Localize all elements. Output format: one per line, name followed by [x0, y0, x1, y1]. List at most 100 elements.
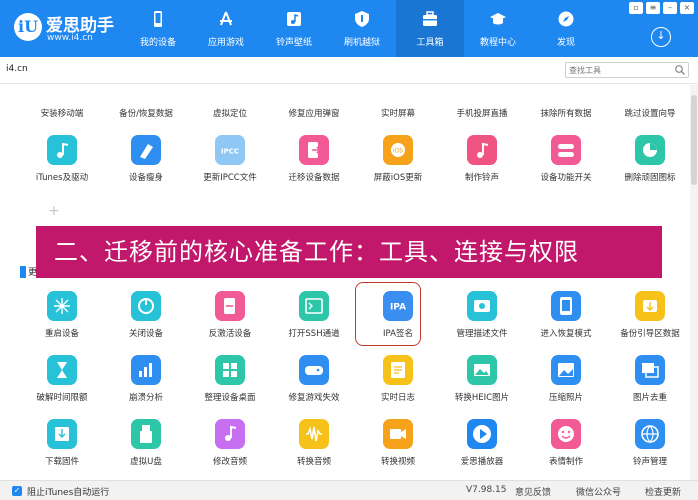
feedback-link[interactable]: 意见反馈 [515, 485, 551, 498]
tool-search[interactable] [565, 62, 689, 78]
app-window: iU 爱思助手 www.i4.cn 我的设备 应用游戏 铃声壁纸 刷机越狱 工具箱 教程中… [0, 0, 698, 500]
tool-item[interactable]: 重启设备 [20, 291, 104, 353]
terminal-icon [299, 291, 329, 321]
menu-icon[interactable]: ≡ [646, 2, 660, 14]
tool-item[interactable]: 铃声管理 [608, 419, 690, 480]
tool-item[interactable]: 实时日志 [356, 355, 440, 417]
logo-mark: iU [14, 13, 42, 41]
tool-item[interactable]: 转换视频 [356, 419, 440, 480]
tool-row-1: iTunes及驱动 设备瘦身 IPCC 更新IPCC文件 迁移设备数据 iOS 屏蔽iOS更… [20, 135, 690, 197]
wechat-link[interactable]: 微信公众号 [576, 485, 621, 498]
tool-item[interactable]: 表情制作 [524, 419, 608, 480]
appstore-icon [220, 11, 232, 26]
nav-item-4[interactable]: 工具箱 [396, 0, 464, 57]
tool-item[interactable]: 爱思播放器 [440, 419, 524, 480]
tool-item[interactable]: 虚拟U盘 [104, 419, 188, 480]
tool-item[interactable]: iOS 屏蔽iOS更新 [356, 135, 440, 197]
window-controls: ▫ ≡ – × [629, 2, 694, 14]
close-icon[interactable]: × [680, 2, 694, 14]
tool-item[interactable]: IPCC 更新IPCC文件 [188, 135, 272, 197]
block-itunes-checkbox[interactable]: ✓ [12, 486, 22, 496]
photo-icon [551, 355, 581, 385]
audio-icon [215, 419, 245, 449]
search-icon[interactable] [674, 64, 686, 76]
tool-label: 破解时间限额 [36, 393, 88, 403]
tool-label[interactable]: 安装移动端 [20, 107, 104, 119]
version-label: V7.98.15 [466, 485, 507, 495]
tool-item[interactable]: 反激活设备 [188, 291, 272, 353]
nav-item-5[interactable]: 教程中心 [464, 0, 532, 57]
tool-label: 管理描述文件 [456, 329, 508, 339]
tool-item[interactable]: 整理设备桌面 [188, 355, 272, 417]
tool-item[interactable]: 压缩照片 [524, 355, 608, 417]
tool-item[interactable]: 删除顽固图标 [608, 135, 690, 197]
tool-label[interactable]: 备份/恢复数据 [104, 107, 188, 119]
nav-item-0[interactable]: 我的设备 [124, 0, 192, 57]
tool-label[interactable]: 手机投屏直播 [440, 107, 524, 119]
scrollbar-thumb[interactable] [691, 95, 697, 185]
tool-item[interactable]: 关闭设备 [104, 291, 188, 353]
tool-item[interactable]: 打开SSH通道 [272, 291, 356, 353]
tool-item[interactable]: 进入恢复模式 [524, 291, 608, 353]
tool-label: 重启设备 [44, 329, 79, 339]
tab-home[interactable]: i4.cn [6, 64, 28, 74]
tool-label[interactable]: 实时屏幕 [356, 107, 440, 119]
icon-glyph: IPCC [221, 148, 239, 156]
tool-item[interactable]: 迁移设备数据 [272, 135, 356, 197]
music-note-icon [467, 135, 497, 165]
toolbox-icon [423, 11, 437, 26]
tool-label[interactable]: 虚拟定位 [188, 107, 272, 119]
globe-icon [635, 419, 665, 449]
tool-item[interactable]: iTunes及驱动 [20, 135, 104, 197]
nav-item-3[interactable]: 刷机越狱 [328, 0, 396, 57]
tool-label: 删除顽固图标 [624, 173, 676, 183]
nav-item-6[interactable]: 发现 [532, 0, 600, 57]
nav-item-1[interactable]: 应用游戏 [192, 0, 260, 57]
tool-item[interactable]: 图片去重 [608, 355, 690, 417]
tool-label: iTunes及驱动 [35, 173, 89, 183]
log-icon [383, 355, 413, 385]
tool-item[interactable]: 崩溃分析 [104, 355, 188, 417]
tool-label: 修改音频 [212, 457, 247, 467]
tool-label: 迁移设备数据 [288, 173, 340, 183]
tool-label: 制作铃声 [464, 173, 499, 183]
deactivate-icon [215, 291, 245, 321]
tool-label: 整理设备桌面 [204, 393, 256, 403]
tool-item[interactable]: 设备瘦身 [104, 135, 188, 197]
skin-icon[interactable]: ▫ [629, 2, 643, 14]
logo-url: www.i4.cn [47, 33, 93, 43]
content-scrollbar[interactable] [690, 85, 698, 480]
recovery-icon [551, 291, 581, 321]
tool-label[interactable]: 修复应用弹窗 [272, 107, 356, 119]
emoji-icon [551, 419, 581, 449]
tool-item[interactable]: 下载固件 [20, 419, 104, 480]
tool-item[interactable]: 制作铃声 [440, 135, 524, 197]
tool-item[interactable]: 设备功能开关 [524, 135, 608, 197]
tool-label: 下载固件 [44, 457, 79, 467]
tool-label[interactable]: 跳过设置向导 [608, 107, 690, 119]
check-update-link[interactable]: 检查更新 [645, 485, 681, 498]
tool-item[interactable]: 转换音频 [272, 419, 356, 480]
tool-item[interactable]: 修复游戏失效 [272, 355, 356, 417]
chart-icon [131, 355, 161, 385]
tool-label: 转换视频 [380, 457, 415, 467]
tool-item[interactable]: 管理描述文件 [440, 291, 524, 353]
backup-icon [635, 291, 665, 321]
tool-item[interactable]: 备份引导区数据 [608, 291, 690, 353]
tool-item[interactable]: 破解时间限额 [20, 355, 104, 417]
tool-label: 设备功能开关 [540, 173, 592, 183]
tool-label: 实时日志 [380, 393, 415, 403]
add-tool-icon[interactable]: + [48, 203, 60, 219]
tool-item[interactable]: 修改音频 [188, 419, 272, 480]
tool-label: 反激活设备 [208, 329, 252, 339]
nav-label: 发现 [556, 38, 575, 48]
nav-item-2[interactable]: 铃声壁纸 [260, 0, 328, 57]
nav-label: 教程中心 [479, 38, 516, 48]
minimize-icon[interactable]: – [663, 2, 677, 14]
nav-label: 工具箱 [416, 38, 444, 48]
top-header: iU 爱思助手 www.i4.cn 我的设备 应用游戏 铃声壁纸 刷机越狱 工具箱 教程中… [0, 0, 698, 57]
search-input[interactable] [569, 64, 673, 76]
tool-item[interactable]: 转换HEIC图片 [440, 355, 524, 417]
download-icon[interactable]: ↓ [651, 27, 671, 47]
tool-label[interactable]: 抹除所有数据 [524, 107, 608, 119]
